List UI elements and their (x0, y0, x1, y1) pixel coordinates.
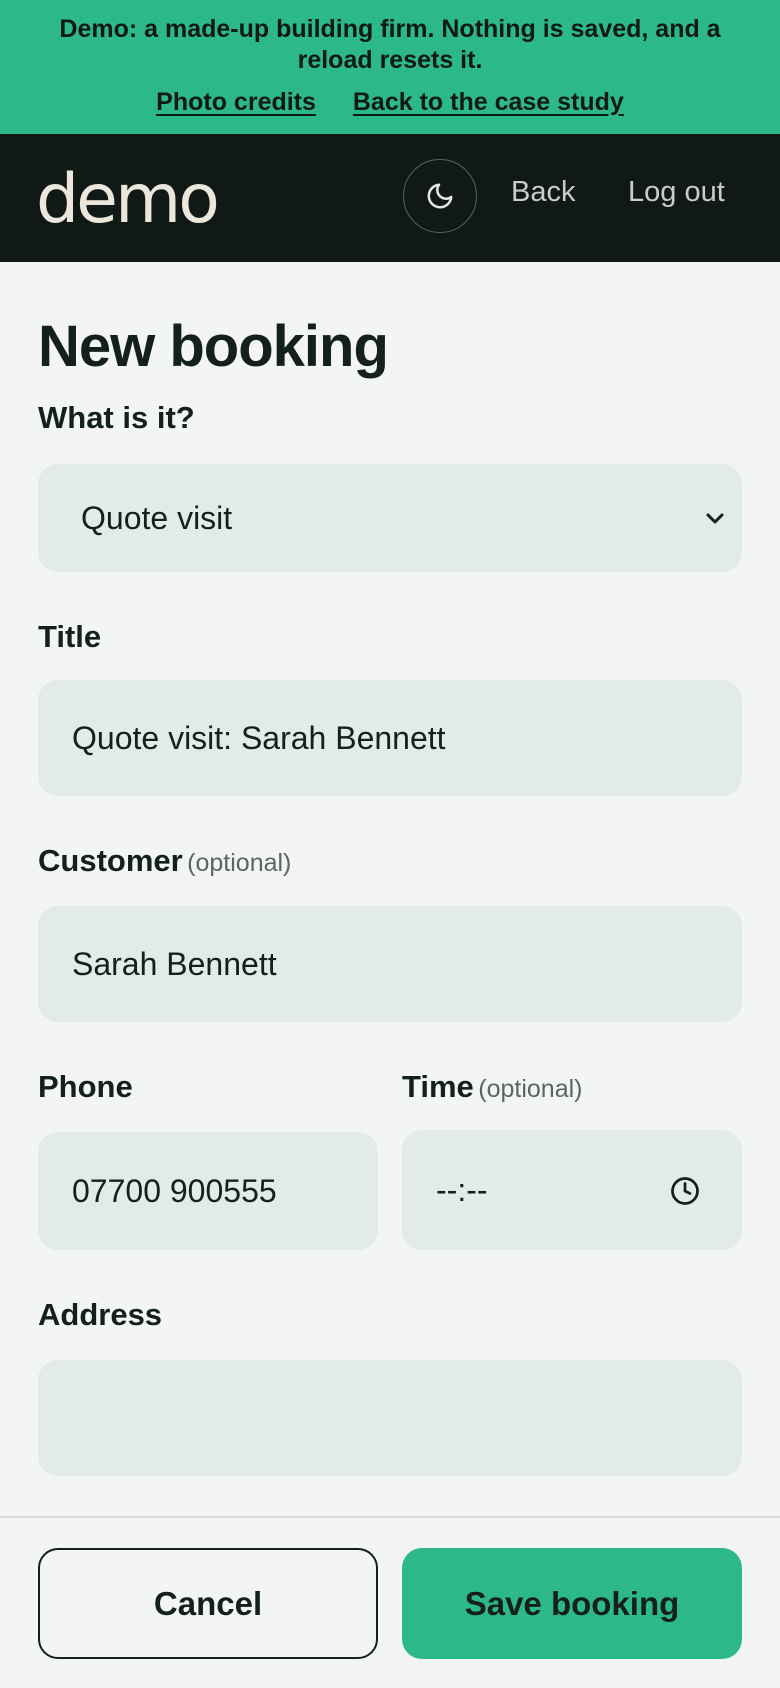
kind-label: What is it? (38, 400, 195, 435)
demo-banner: Demo: a made-up building firm. Nothing i… (0, 0, 780, 134)
clock-icon[interactable] (670, 1176, 700, 1206)
chevron-down-icon (706, 513, 724, 524)
customer-label-row: Customer (optional) (38, 843, 291, 879)
time-label-row: Time (optional) (402, 1069, 582, 1105)
phone-input-value: 07700 900555 (72, 1172, 277, 1209)
kind-select-value: Quote visit (81, 499, 233, 536)
time-input-value: --:-- (436, 1171, 488, 1208)
moon-icon (427, 183, 453, 209)
time-input[interactable]: --:-- (402, 1130, 742, 1250)
page-title: New booking (38, 314, 389, 379)
banner-links: Photo credits Back to the case study (0, 88, 780, 117)
demo-banner-text: Demo: a made-up building firm. Nothing i… (59, 15, 721, 74)
theme-toggle-button[interactable] (403, 159, 477, 233)
back-link[interactable]: Back (511, 176, 575, 209)
phone-label: Phone (38, 1069, 133, 1104)
app-header: demo Back Log out (0, 134, 780, 262)
phone-input[interactable]: 07700 900555 (38, 1132, 378, 1250)
title-input[interactable]: Quote visit: Sarah Bennett (38, 680, 742, 796)
title-input-value: Quote visit: Sarah Bennett (72, 719, 446, 756)
time-label: Time (402, 1069, 474, 1104)
save-booking-button[interactable]: Save booking (402, 1548, 742, 1659)
customer-input[interactable]: Sarah Bennett (38, 906, 742, 1022)
address-label: Address (38, 1297, 163, 1332)
title-label: Title (38, 619, 102, 654)
logout-link[interactable]: Log out (628, 176, 725, 209)
case-study-link[interactable]: Back to the case study (353, 88, 624, 116)
booking-form: New booking (0, 314, 780, 380)
time-optional-hint: (optional) (478, 1075, 583, 1103)
cancel-button[interactable]: Cancel (38, 1548, 378, 1659)
customer-optional-hint: (optional) (187, 849, 292, 877)
customer-label: Customer (38, 843, 183, 878)
photo-credits-link[interactable]: Photo credits (156, 88, 316, 116)
customer-input-value: Sarah Bennett (72, 945, 277, 982)
address-input[interactable] (38, 1360, 742, 1476)
footer-divider (0, 1516, 780, 1518)
logo[interactable]: demo (36, 160, 220, 239)
kind-select[interactable]: Quote visit (38, 464, 742, 572)
